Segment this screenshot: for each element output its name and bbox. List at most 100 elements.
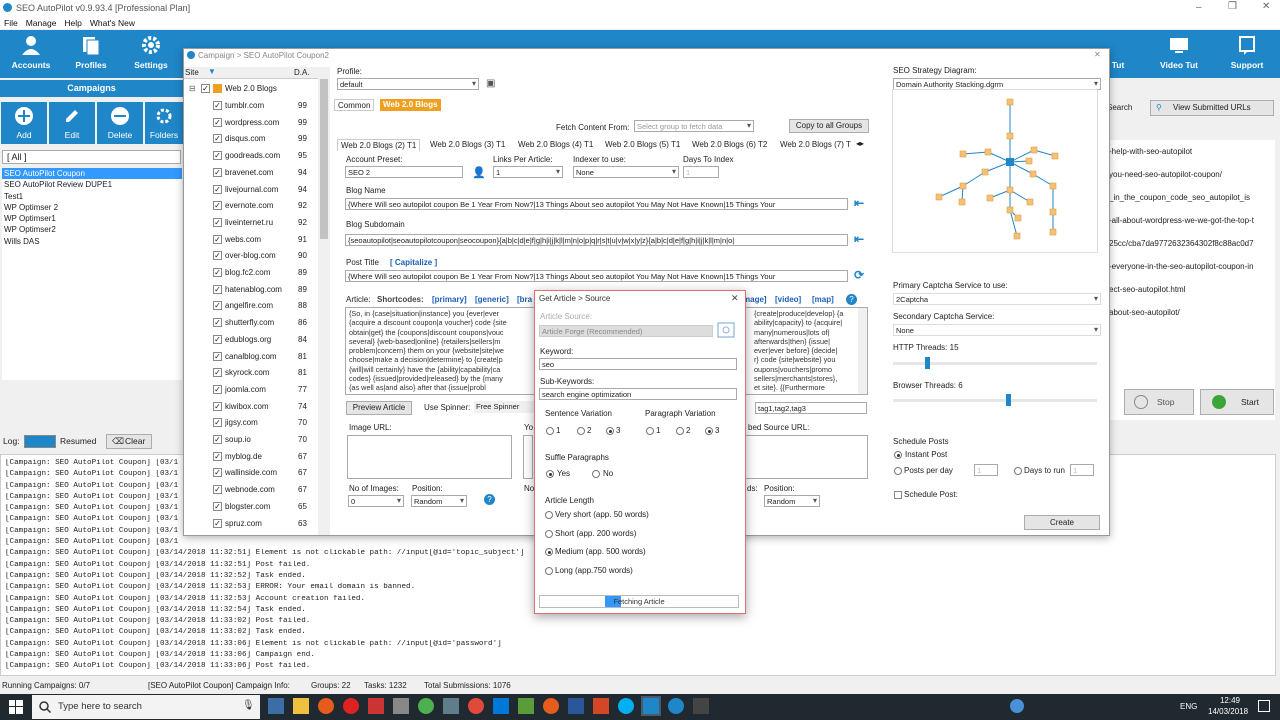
firefox-icon[interactable]	[318, 698, 334, 714]
user-icon[interactable]: 👤	[472, 166, 486, 179]
blog-subdomain-input[interactable]: {seoautopilot|seoautopilotcoupon|seocoup…	[345, 234, 848, 246]
browser-threads-slider[interactable]	[893, 394, 1097, 406]
http-threads-slider[interactable]	[893, 357, 1097, 369]
filter-icon[interactable]: ▼	[208, 67, 216, 76]
refresh-icon[interactable]: ⟳	[854, 268, 864, 282]
skype-icon[interactable]	[618, 698, 634, 714]
chrome-icon[interactable]	[418, 698, 434, 714]
site-row[interactable]: ✓ kiwibox.com 74	[184, 399, 318, 416]
add-campaign-button[interactable]: Add	[1, 102, 47, 144]
minimize-icon[interactable]: –	[1196, 2, 1202, 13]
app-icon[interactable]	[668, 698, 684, 714]
app-icon[interactable]	[393, 698, 409, 714]
support-button[interactable]: Support	[1218, 30, 1276, 78]
scroll-thumb[interactable]	[320, 79, 328, 239]
length-short-radio[interactable]	[545, 530, 553, 538]
article-scrollbar[interactable]	[858, 308, 867, 394]
site-row[interactable]: ✓ blog.fc2.com 89	[184, 265, 318, 282]
site-row[interactable]: ✓ over-blog.com 90	[184, 248, 318, 265]
site-row[interactable]: ✓ liveinternet.ru 92	[184, 215, 318, 232]
site-checkbox[interactable]: ✓	[213, 334, 222, 344]
collapse-icon[interactable]: ⊟	[189, 84, 196, 93]
url-row[interactable]: ect-seo-autopilot.html	[1107, 278, 1275, 301]
site-row[interactable]: ✓ goodreads.com 95	[184, 148, 318, 165]
site-row[interactable]: ✓ edublogs.org 84	[184, 332, 318, 349]
video-url-textarea[interactable]	[523, 435, 533, 479]
group-checkbox[interactable]: ✓	[201, 84, 210, 93]
site-checkbox[interactable]: ✓	[213, 151, 222, 161]
links-per-article-select[interactable]: 1	[493, 166, 563, 178]
app-icon[interactable]	[443, 698, 459, 714]
url-row[interactable]: about-seo-autopilot/	[1107, 301, 1275, 324]
opera-icon[interactable]	[343, 698, 359, 714]
site-group-row[interactable]: ⊟ ✓ Web 2.0 Blogs	[184, 81, 318, 98]
account-preset-input[interactable]: SEO 2	[345, 166, 463, 178]
profile-manage-icon[interactable]: ▣	[486, 78, 495, 89]
url-row[interactable]: -help-with-seo-autopilot	[1107, 140, 1275, 163]
view-submitted-button[interactable]: ⚲ View Submitted URLs	[1150, 100, 1274, 116]
settings-button[interactable]: Settings	[122, 30, 180, 78]
tab-scroll-arrows[interactable]: ◂▸	[856, 139, 864, 148]
shuffle-no-radio[interactable]	[592, 470, 600, 478]
chrome-canary-icon[interactable]	[468, 698, 484, 714]
secondary-captcha-select[interactable]: None	[893, 324, 1101, 336]
task-view-icon[interactable]	[268, 698, 284, 714]
close-icon[interactable]: ✕	[1262, 1, 1270, 12]
url-row[interactable]: 25cc/cba7da9772632364302f8c88ac0d7	[1107, 232, 1275, 255]
site-row[interactable]: ✓ skyrock.com 81	[184, 365, 318, 382]
sentence-variation-2[interactable]	[577, 427, 585, 435]
image-url-textarea[interactable]	[347, 435, 512, 479]
folder-icon[interactable]	[293, 698, 309, 714]
site-checkbox[interactable]: ✓	[213, 501, 222, 511]
site-row[interactable]: ✓ disqus.com 99	[184, 131, 318, 148]
sentence-variation-1[interactable]	[546, 427, 554, 435]
shortcode-image[interactable]: mage]	[743, 295, 767, 304]
site-row[interactable]: ✓ joomla.com 77	[184, 382, 318, 399]
campaign-item[interactable]: SEO AutoPilot Review DUPE1	[2, 179, 182, 190]
length-long-radio[interactable]	[545, 567, 553, 575]
site-checkbox[interactable]: ✓	[213, 101, 222, 110]
site-checkbox[interactable]: ✓	[213, 451, 222, 461]
embed-position-select[interactable]: Random	[764, 495, 820, 507]
subtab[interactable]: Web 2.0 Blogs (4) T1	[515, 139, 596, 151]
campaign-item[interactable]: WP Optimser1	[2, 213, 182, 224]
shortcode-generic[interactable]: [generic]	[475, 295, 509, 304]
campaign-item[interactable]: Wills DAS	[2, 236, 182, 247]
word-icon[interactable]	[568, 698, 584, 714]
blog-name-input[interactable]: {Where Will seo autopilot coupon Be 1 Ye…	[345, 198, 848, 210]
site-row[interactable]: ✓ evernote.com 92	[184, 198, 318, 215]
captcha-select[interactable]: 2Captcha	[893, 293, 1101, 305]
days-to-index-stepper[interactable]: 1	[683, 166, 719, 178]
clock-time[interactable]: 12:49	[1212, 696, 1248, 705]
campaign-item[interactable]: WP Optimser 2	[2, 202, 182, 213]
site-checkbox[interactable]: ✓	[213, 167, 222, 177]
firefox-icon[interactable]	[543, 698, 559, 714]
windows-start-icon[interactable]	[9, 700, 23, 714]
seo-autopilot-icon[interactable]	[641, 696, 661, 716]
spinner-select[interactable]: Free Spinner	[474, 401, 534, 413]
app-icon[interactable]	[693, 698, 709, 714]
site-row[interactable]: ✓ canalblog.com 81	[184, 349, 318, 366]
site-checkbox[interactable]: ✓	[213, 468, 222, 478]
posts-per-day-radio[interactable]	[894, 467, 902, 475]
menu-file[interactable]: File	[4, 18, 18, 28]
fetch-group-select[interactable]: Select group to fetch data	[634, 120, 754, 132]
site-row[interactable]: ✓ tumblr.com 99	[184, 98, 318, 115]
close-icon[interactable]: ✕	[1094, 50, 1101, 59]
stop-button[interactable]: Stop	[1124, 389, 1194, 415]
microphone-icon[interactable]: 🎙	[242, 700, 255, 711]
folders-button[interactable]: Folders	[145, 102, 183, 144]
taskbar-search[interactable]: Type here to search 🎙	[32, 695, 260, 719]
shortcode-primary[interactable]: [primary]	[432, 295, 467, 304]
strategy-diagram[interactable]	[892, 89, 1098, 253]
post-title-input[interactable]: {Where Will seo autopilot coupon Be 1 Ye…	[345, 270, 848, 282]
help-icon[interactable]: ?	[846, 294, 857, 305]
help-tray-icon[interactable]	[1010, 699, 1024, 713]
app-icon[interactable]	[518, 698, 534, 714]
tab-common[interactable]: Common	[334, 99, 375, 111]
language-indicator[interactable]: ENG	[1180, 702, 1197, 711]
search-button[interactable]: Search	[1107, 100, 1141, 116]
site-checkbox[interactable]: ✓	[213, 318, 222, 328]
site-row[interactable]: ✓ bravenet.com 94	[184, 165, 318, 182]
menu-help[interactable]: Help	[64, 18, 81, 28]
